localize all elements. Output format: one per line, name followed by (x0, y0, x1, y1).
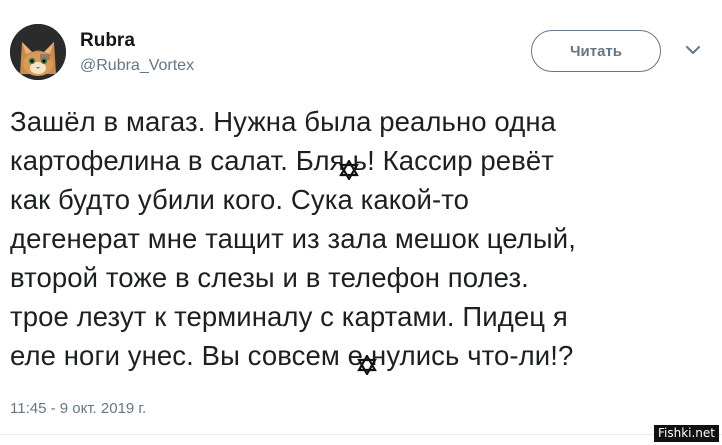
chevron-down-icon[interactable] (683, 40, 703, 60)
tweet-line: второй тоже в слезы и в телефон полез. (10, 258, 715, 297)
user-handle[interactable]: @Rubra_Vortex (80, 57, 194, 75)
tweet-line: как будто убили кого. Сука какой-то (10, 180, 715, 219)
tweet-text-segment: Зашёл в магаз. Нужна была реально одна (10, 106, 557, 137)
tweet-text-segment: картофелина в салат. Бля (10, 145, 345, 176)
star-of-david-icon (357, 346, 377, 376)
tweet-line: картофелина в салат. Бля ь! Кассир ревёт (10, 141, 715, 181)
divider (0, 434, 722, 435)
tweet-line: трое лезут к терминалу с картами. Пидец … (10, 297, 715, 336)
user-name[interactable]: Rubra (80, 30, 135, 52)
tweet-text-segment: трое лезут к терминалу с картами. Пидец … (10, 301, 568, 332)
star-of-david-icon (338, 151, 359, 181)
cat-avatar-icon (10, 24, 66, 80)
tweet-timestamp[interactable]: 11:45 - 9 окт. 2019 г. (10, 400, 146, 417)
tweet-text-segment: второй тоже в слезы и в телефон полез. (10, 262, 529, 293)
follow-button[interactable]: Читать (531, 30, 661, 72)
watermark: Fishki.net (653, 425, 719, 442)
tweet-text-segment: еле ноги унес. Вы совсем е (10, 340, 364, 371)
tweet-line: дегенерат мне тащит из зала мешок целый, (10, 219, 715, 258)
tweet-text-segment: нулись что-ли!? (371, 340, 574, 371)
avatar[interactable] (10, 24, 66, 80)
tweet-text-segment: как будто убили кого. Сука какой-то (10, 184, 470, 215)
tweet-line: еле ноги унес. Вы совсем е нулись что-ли!… (10, 336, 715, 376)
tweet-text-segment: ь! Кассир ревёт (352, 145, 554, 176)
tweet-card: Rubra @Rubra_Vortex Читать Зашёл в магаз… (0, 0, 722, 445)
tweet-text-segment: дегенерат мне тащит из зала мешок целый, (10, 223, 576, 254)
tweet-line: Зашёл в магаз. Нужна была реально одна (10, 102, 715, 141)
tweet-text: Зашёл в магаз. Нужна была реально одна к… (10, 102, 715, 376)
